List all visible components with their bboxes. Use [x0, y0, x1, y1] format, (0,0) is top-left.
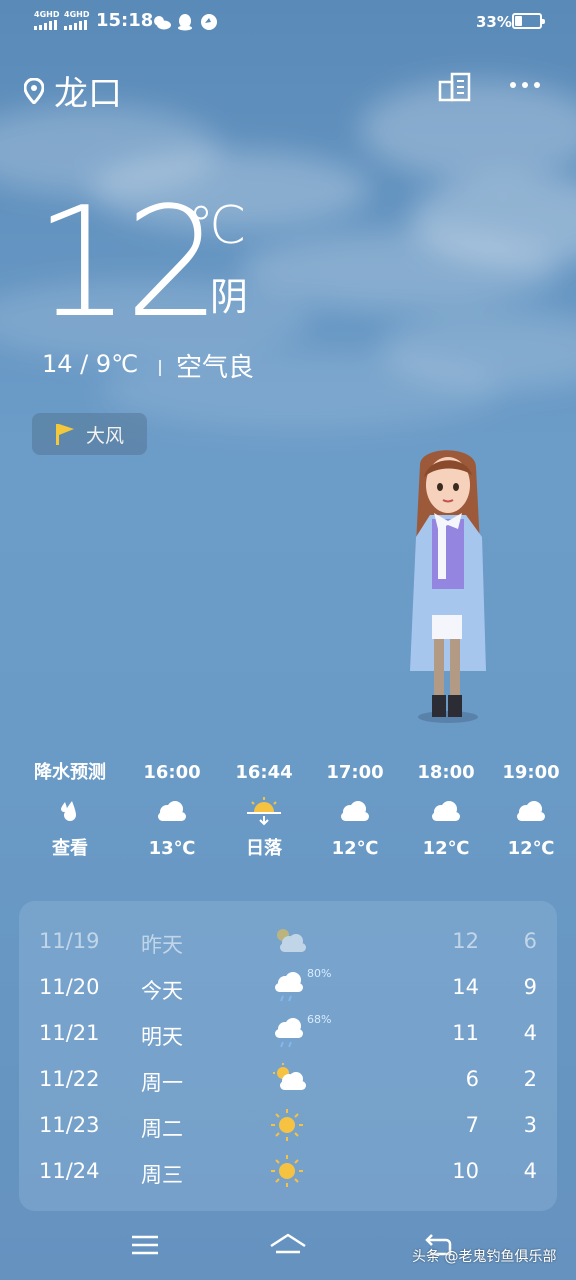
daily-high: 12: [452, 929, 479, 953]
hourly-value: 12℃: [422, 838, 470, 859]
cloud-icon: [158, 801, 186, 821]
network-type-1: 4GHD: [34, 10, 60, 19]
hourly-value: 日落: [246, 838, 282, 859]
partly-cloudy-icon: [277, 929, 306, 952]
hourly-value: 12℃: [507, 838, 555, 859]
hourly-time: 18:00: [417, 762, 475, 783]
hourly-precip-forecast[interactable]: 降水预测 查看: [25, 760, 115, 862]
status-time: 15:18: [96, 10, 154, 31]
hourly-item: 16:44 日落: [219, 760, 309, 862]
city-name: 龙口: [54, 74, 122, 114]
hourly-value: 12℃: [331, 838, 379, 859]
daily-row[interactable]: 11/24 周三 10 4: [19, 1149, 557, 1195]
daily-day: 昨天: [141, 933, 183, 957]
daily-date: 11/22: [39, 1067, 100, 1091]
daily-high: 10: [452, 1159, 479, 1183]
rain-icon: [275, 1018, 303, 1048]
daily-low: 4: [523, 1159, 537, 1183]
hourly-time: 16:44: [235, 762, 293, 783]
daily-row[interactable]: 11/19 昨天 12 6: [19, 919, 557, 965]
weather-condition: 阴: [210, 275, 249, 319]
daily-high: 11: [452, 1021, 479, 1045]
daily-day: 明天: [141, 1025, 183, 1049]
network-type-2: 4GHD: [64, 10, 90, 19]
cloud-icon: [341, 801, 369, 821]
daily-low: 3: [523, 1113, 537, 1137]
battery-icon: [512, 13, 545, 29]
daily-day: 周一: [141, 1071, 183, 1095]
air-quality[interactable]: 空气良: [176, 347, 254, 384]
daily-day: 周二: [141, 1117, 183, 1141]
hourly-forecast: 降水预测 查看 16:00 13℃ 16:44 日落 17:00 12℃ 18:…: [0, 760, 576, 870]
city-list-icon[interactable]: [438, 72, 472, 102]
signal-icon: [34, 20, 57, 30]
daily-row[interactable]: 11/21 明天 68% 11 4: [19, 1011, 557, 1057]
hourly-value: 查看: [52, 838, 88, 859]
divider: [159, 360, 161, 376]
hourly-time: 16:00: [143, 762, 201, 783]
hourly-value: 13℃: [148, 838, 196, 859]
cloud-icon: [517, 801, 545, 821]
weather-alert-chip[interactable]: 大风: [32, 413, 147, 455]
rain-icon: [275, 972, 303, 1002]
temperature-unit: ℃: [188, 196, 247, 256]
daily-high: 7: [465, 1113, 479, 1137]
flag-icon: [56, 424, 74, 445]
hourly-item: 16:00 13℃: [127, 760, 217, 862]
hourly-time: 17:00: [326, 762, 384, 783]
daily-date: 11/24: [39, 1159, 100, 1183]
hourly-item: 17:00 12℃: [310, 760, 400, 862]
daily-low: 2: [523, 1067, 537, 1091]
qq-icon: [178, 14, 192, 31]
daily-date: 11/20: [39, 975, 100, 999]
status-bar: 4GHD 4GHD 15:18 33%: [0, 0, 576, 44]
daily-row[interactable]: 11/23 周二 7 3: [19, 1103, 557, 1149]
daily-precip: 80%: [307, 967, 332, 980]
hourly-item: 18:00 12℃: [401, 760, 491, 862]
battery-percent: 33%: [476, 13, 512, 31]
daily-low: 6: [523, 929, 537, 953]
daily-low: 4: [523, 1021, 537, 1045]
more-icon[interactable]: [509, 80, 541, 90]
raindrop-icon: [61, 801, 76, 821]
system-navigation-bar: [0, 1208, 576, 1280]
app-status-icon: [201, 14, 217, 30]
alert-label: 大风: [86, 424, 125, 447]
watermark: 头条 @老鬼钓鱼俱乐部: [412, 1249, 557, 1265]
daily-date: 11/19: [39, 929, 100, 953]
sunset-icon: [247, 797, 281, 826]
hourly-item: 19:00 12℃: [486, 760, 576, 862]
menu-icon[interactable]: [131, 1234, 159, 1256]
location-pin-icon: [24, 77, 44, 104]
weather-character-illustration: [410, 450, 486, 723]
daily-low: 9: [523, 975, 537, 999]
partly-cloudy-icon: [273, 1063, 306, 1090]
daily-row[interactable]: 11/20 今天 80% 14 9: [19, 965, 557, 1011]
hourly-time: 降水预测: [34, 762, 106, 783]
hourly-time: 19:00: [502, 762, 560, 783]
daily-row[interactable]: 11/22 周一 6 2: [19, 1057, 557, 1103]
sun-icon: [271, 1155, 303, 1187]
daily-date: 11/21: [39, 1021, 100, 1045]
cloud-icon: [432, 801, 460, 821]
temperature-range: 14 / 9℃: [42, 350, 139, 378]
city-selector[interactable]: 龙口: [24, 66, 122, 115]
signal-icon-2: [64, 20, 87, 30]
daily-forecast-card[interactable]: 11/19 昨天 12 6 11/20 今天 80% 14 9 11/21 明天…: [19, 901, 557, 1211]
daily-precip: 68%: [307, 1013, 332, 1026]
daily-date: 11/23: [39, 1113, 100, 1137]
daily-high: 6: [465, 1067, 479, 1091]
weather-status-icon: [154, 16, 171, 30]
sun-icon: [271, 1109, 303, 1141]
daily-day: 今天: [141, 979, 183, 1003]
daily-day: 周三: [141, 1163, 183, 1187]
daily-high: 14: [452, 975, 479, 999]
home-icon[interactable]: [268, 1232, 308, 1258]
